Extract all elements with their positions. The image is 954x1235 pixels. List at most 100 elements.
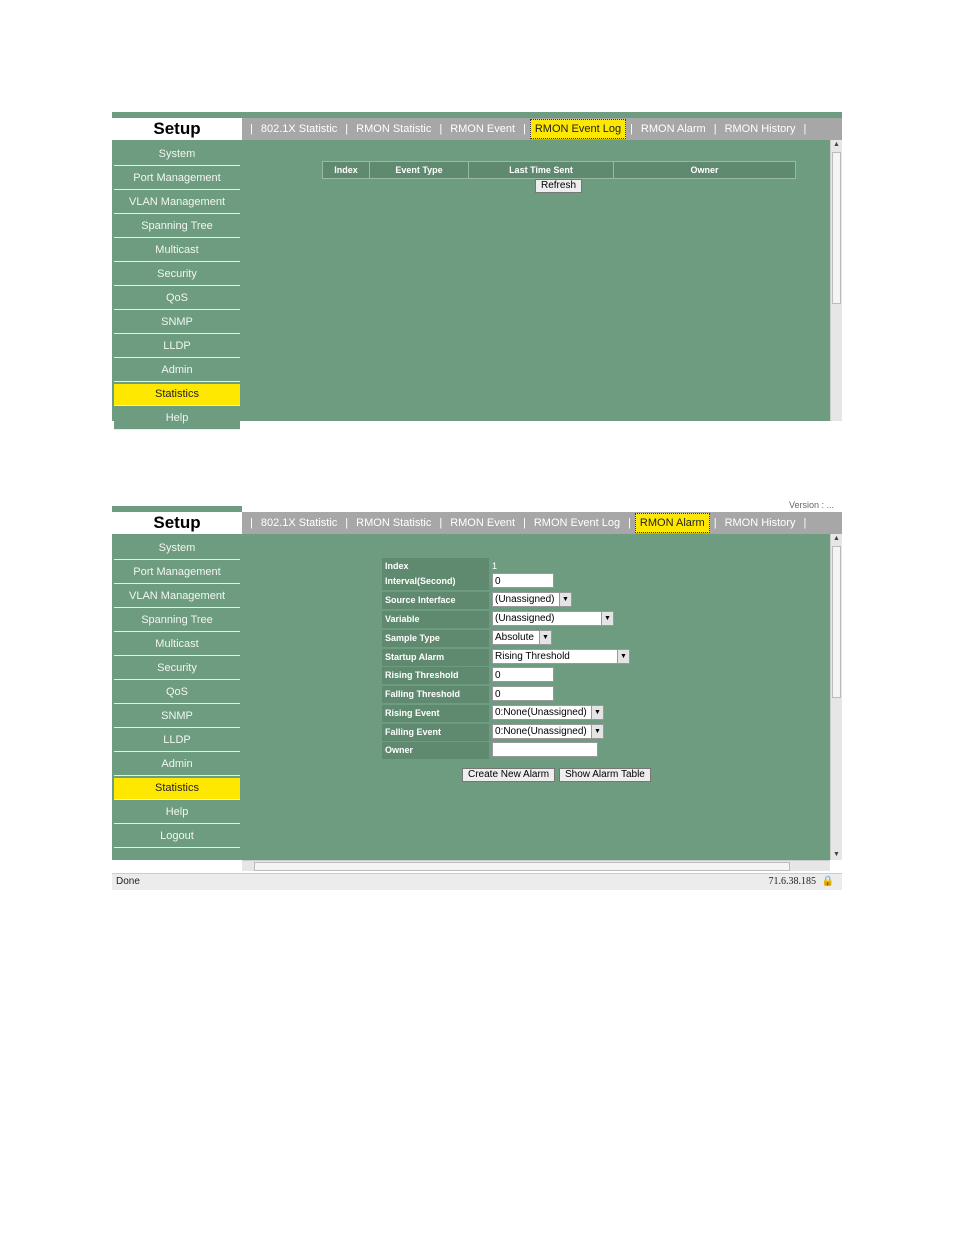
nav-logout[interactable]: Logout	[114, 826, 240, 848]
row-rising-event: Rising Event 0:None(Unassigned) ▼	[382, 705, 604, 722]
variable-select[interactable]: (Unassigned) ▼	[492, 611, 614, 626]
chevron-down-icon[interactable]: ▼	[591, 725, 603, 738]
screenshot-rmon-alarm: Version : ... Setup System Port Manageme…	[112, 500, 842, 890]
source-interface-select[interactable]: (Unassigned) ▼	[492, 592, 572, 607]
refresh-button[interactable]: Refresh	[535, 179, 583, 193]
tab-separator: |	[803, 123, 807, 135]
tab-separator: |	[250, 123, 253, 135]
version-text: Version : ...	[788, 500, 834, 510]
tab-rmon-event-log[interactable]: RMON Event Log	[530, 513, 624, 533]
row-startup-alarm: Startup Alarm Rising Threshold ▼	[382, 649, 630, 666]
nav-lldp[interactable]: LLDP	[114, 336, 240, 358]
status-bar: Done 71.6.38.185 🔒	[112, 873, 842, 890]
scroll-down-icon[interactable]: ▼	[831, 850, 842, 860]
nav-qos[interactable]: QoS	[114, 682, 240, 704]
tab-rmon-alarm[interactable]: RMON Alarm	[637, 119, 710, 139]
tab-separator: |	[523, 517, 526, 529]
source-interface-value: (Unassigned)	[495, 594, 555, 605]
create-new-alarm-button[interactable]: Create New Alarm	[462, 768, 556, 782]
nav-admin[interactable]: Admin	[114, 754, 240, 776]
nav-port-management[interactable]: Port Management	[114, 168, 240, 190]
chevron-down-icon[interactable]: ▼	[591, 706, 603, 719]
nav-system[interactable]: System	[114, 144, 240, 166]
sidebar: Setup System Port Management VLAN Manage…	[112, 506, 242, 860]
nav-spanning-tree[interactable]: Spanning Tree	[114, 610, 240, 632]
rising-event-label: Rising Event	[382, 705, 489, 722]
scroll-up-icon[interactable]: ▲	[831, 534, 842, 544]
nav-multicast[interactable]: Multicast	[114, 240, 240, 262]
tab-separator: |	[345, 517, 349, 529]
tab-8021x-statistic[interactable]: 802.1X Statistic	[257, 513, 341, 533]
nav-spanning-tree[interactable]: Spanning Tree	[114, 216, 240, 238]
tab-rmon-event[interactable]: RMON Event	[446, 513, 519, 533]
tab-separator: |	[250, 517, 253, 529]
hscroll-thumb[interactable]	[254, 862, 790, 871]
column-header-owner: Owner	[613, 161, 796, 179]
rising-event-select[interactable]: 0:None(Unassigned) ▼	[492, 705, 604, 720]
rising-threshold-input[interactable]: 0	[492, 667, 554, 682]
nav-snmp[interactable]: SNMP	[114, 706, 240, 728]
nav-qos[interactable]: QoS	[114, 288, 240, 310]
nav-statistics[interactable]: Statistics	[114, 778, 240, 800]
status-ip: 71.6.38.185	[768, 876, 817, 887]
scroll-thumb[interactable]	[832, 152, 841, 304]
chevron-down-icon[interactable]: ▼	[601, 612, 613, 625]
lock-icon: 🔒	[821, 876, 834, 887]
vertical-scrollbar[interactable]: ▲ ▼	[830, 534, 842, 860]
tab-rmon-event-log[interactable]: RMON Event Log	[529, 119, 627, 139]
tab-rmon-history[interactable]: RMON History	[721, 513, 800, 533]
sample-type-select[interactable]: Absolute ▼	[492, 630, 552, 645]
tab-separator: |	[439, 123, 443, 135]
source-interface-label: Source Interface	[382, 592, 489, 609]
falling-event-select[interactable]: 0:None(Unassigned) ▼	[492, 724, 604, 739]
chevron-down-icon[interactable]: ▼	[539, 631, 551, 644]
startup-alarm-value: Rising Threshold	[495, 651, 570, 662]
nav-help[interactable]: Help	[114, 408, 240, 430]
vertical-scrollbar[interactable]: ▲	[830, 140, 842, 421]
row-interval: Interval(Second) 0	[382, 573, 554, 590]
owner-input[interactable]	[492, 742, 598, 757]
tab-rmon-statistic[interactable]: RMON Statistic	[352, 119, 435, 139]
nav-lldp[interactable]: LLDP	[114, 730, 240, 752]
nav-port-management[interactable]: Port Management	[114, 562, 240, 584]
nav-security[interactable]: Security	[114, 658, 240, 680]
nav-help[interactable]: Help	[114, 802, 240, 824]
interval-label: Interval(Second)	[382, 573, 489, 590]
tab-8021x-statistic[interactable]: 802.1X Statistic	[257, 119, 341, 139]
startup-alarm-label: Startup Alarm	[382, 649, 489, 666]
row-falling-threshold: Falling Threshold 0	[382, 686, 554, 703]
event-log-table: Index Event Type Last Time Sent Owner	[322, 161, 796, 179]
tab-separator: |	[630, 123, 633, 135]
row-falling-event: Falling Event 0:None(Unassigned) ▼	[382, 724, 604, 741]
nav-vlan-management[interactable]: VLAN Management	[114, 586, 240, 608]
falling-threshold-label: Falling Threshold	[382, 686, 489, 703]
nav-vlan-management[interactable]: VLAN Management	[114, 192, 240, 214]
show-alarm-table-button[interactable]: Show Alarm Table	[559, 768, 651, 782]
interval-input[interactable]: 0	[492, 573, 554, 588]
tab-separator: |	[439, 517, 443, 529]
tab-rmon-history[interactable]: RMON History	[721, 119, 800, 139]
nav-multicast[interactable]: Multicast	[114, 634, 240, 656]
tab-separator: |	[628, 517, 631, 529]
chevron-down-icon[interactable]: ▼	[559, 593, 571, 606]
tab-rmon-alarm[interactable]: RMON Alarm	[634, 513, 710, 533]
startup-alarm-select[interactable]: Rising Threshold ▼	[492, 649, 630, 664]
tab-separator: |	[713, 517, 717, 529]
nav-snmp[interactable]: SNMP	[114, 312, 240, 334]
scroll-up-icon[interactable]: ▲	[831, 140, 842, 150]
variable-value: (Unassigned)	[495, 613, 555, 624]
sample-type-label: Sample Type	[382, 630, 489, 647]
setup-title: Setup	[112, 118, 242, 140]
falling-threshold-input[interactable]: 0	[492, 686, 554, 701]
chevron-down-icon[interactable]: ▼	[617, 650, 629, 663]
falling-event-label: Falling Event	[382, 724, 489, 741]
horizontal-scrollbar[interactable]	[242, 860, 830, 871]
tab-rmon-event[interactable]: RMON Event	[446, 119, 519, 139]
tab-separator: |	[713, 123, 717, 135]
nav-security[interactable]: Security	[114, 264, 240, 286]
scroll-thumb[interactable]	[832, 546, 841, 698]
tab-rmon-statistic[interactable]: RMON Statistic	[352, 513, 435, 533]
nav-admin[interactable]: Admin	[114, 360, 240, 382]
nav-system[interactable]: System	[114, 538, 240, 560]
nav-statistics[interactable]: Statistics	[114, 384, 240, 406]
